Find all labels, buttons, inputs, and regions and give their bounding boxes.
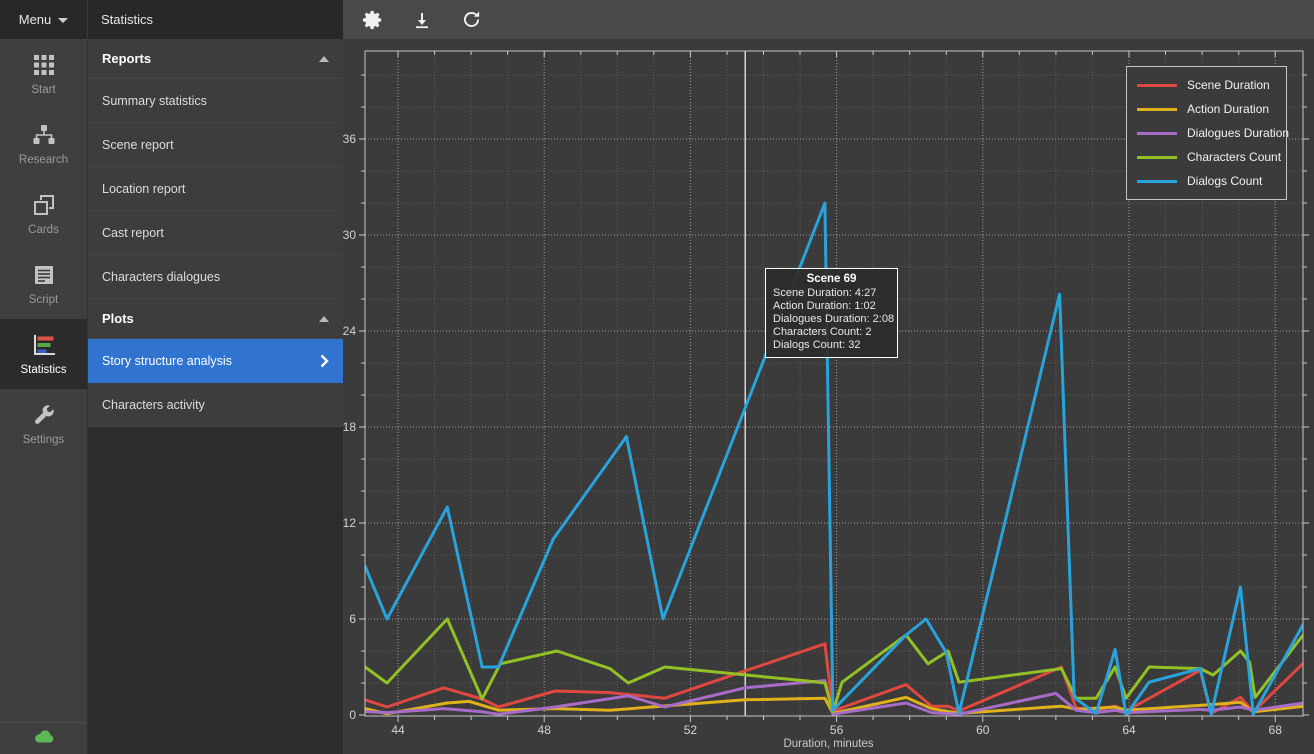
- grid-icon: [33, 53, 55, 77]
- svg-text:0: 0: [349, 708, 356, 722]
- export-button[interactable]: [404, 4, 440, 36]
- legend-item: Action Duration: [1137, 97, 1286, 121]
- page-title: Statistics: [88, 12, 153, 27]
- document-icon: [33, 263, 55, 287]
- nav-item-location-report[interactable]: Location report: [88, 167, 343, 211]
- svg-text:56: 56: [830, 723, 844, 737]
- chevron-right-icon: [320, 354, 329, 368]
- download-icon: [412, 10, 432, 30]
- menu-button-label: Menu: [19, 12, 52, 27]
- sidebar-item-label: Start: [31, 84, 55, 96]
- svg-text:30: 30: [343, 228, 356, 242]
- tooltip-title: Scene 69: [773, 272, 890, 287]
- legend-item: Scene Duration: [1137, 73, 1286, 97]
- legend-item: Dialogues Duration: [1137, 121, 1286, 145]
- svg-text:44: 44: [391, 723, 405, 737]
- sidebar-item-settings[interactable]: Settings: [0, 389, 87, 459]
- nav-item-label: Location report: [102, 182, 185, 196]
- cards-icon: [33, 193, 55, 217]
- svg-text:68: 68: [1269, 723, 1283, 737]
- svg-text:6: 6: [349, 612, 356, 626]
- scene-tooltip: Scene 69 Scene Duration: 4:27 Action Dur…: [765, 268, 898, 358]
- sidebar-item-script[interactable]: Script: [0, 249, 87, 319]
- nav-item-label: Story structure analysis: [102, 354, 232, 368]
- tooltip-line: Dialogs Count: 32: [773, 339, 890, 352]
- sidebar-item-label: Script: [29, 294, 58, 306]
- gear-icon: [362, 9, 384, 31]
- application-window: Menu Statistics Start: [0, 0, 1314, 754]
- svg-text:18: 18: [343, 420, 356, 434]
- legend-item: Characters Count: [1137, 145, 1286, 169]
- nav-item-summary-statistics[interactable]: Summary statistics: [88, 79, 343, 123]
- sidebar-item-label: Cards: [28, 224, 59, 236]
- main-sidebar: Start Research Cards Script Statistics: [0, 39, 88, 754]
- nav-item-scene-report[interactable]: Scene report: [88, 123, 343, 167]
- section-title: Plots: [102, 311, 134, 326]
- svg-text:24: 24: [343, 324, 356, 338]
- section-header-plots[interactable]: Plots: [88, 299, 343, 339]
- sidebar-item-research[interactable]: Research: [0, 109, 87, 179]
- wrench-icon: [33, 403, 55, 427]
- sitemap-icon: [32, 123, 56, 147]
- svg-text:52: 52: [684, 723, 698, 737]
- refresh-button[interactable]: [453, 4, 489, 36]
- chart-icon: [32, 333, 56, 357]
- story-structure-plot[interactable]: 44485256606468061218243036 Duration, min…: [343, 39, 1314, 754]
- nav-item-label: Characters activity: [102, 398, 205, 412]
- nav-item-label: Scene report: [102, 138, 174, 152]
- tooltip-line: Scene Duration: 4:27: [773, 287, 890, 300]
- refresh-icon: [461, 9, 482, 30]
- sidebar-item-statistics[interactable]: Statistics: [0, 319, 87, 389]
- svg-text:12: 12: [343, 516, 356, 530]
- sidebar-item-label: Statistics: [20, 364, 66, 376]
- tooltip-line: Characters Count: 2: [773, 326, 890, 339]
- series-swatch: [1137, 132, 1177, 135]
- legend-item: Dialogs Count: [1137, 169, 1286, 193]
- collapse-arrow-icon: [319, 56, 329, 62]
- section-title: Reports: [102, 51, 151, 66]
- settings-button[interactable]: [355, 4, 391, 36]
- series-swatch: [1137, 108, 1177, 111]
- menu-button[interactable]: Menu: [0, 0, 88, 39]
- cloud-icon: [33, 730, 55, 748]
- top-bar: Menu Statistics: [0, 0, 343, 39]
- sidebar-item-start[interactable]: Start: [0, 39, 87, 109]
- svg-text:36: 36: [343, 132, 356, 146]
- nav-item-cast-report[interactable]: Cast report: [88, 211, 343, 255]
- sidebar-item-label: Settings: [23, 434, 65, 446]
- nav-item-characters-activity[interactable]: Characters activity: [88, 383, 343, 427]
- statistics-nav-panel: Reports Summary statistics Scene report …: [88, 39, 343, 754]
- svg-text:60: 60: [976, 723, 990, 737]
- chevron-down-icon: [58, 18, 68, 23]
- chart-toolbar: [343, 0, 1314, 39]
- section-header-reports[interactable]: Reports: [88, 39, 343, 79]
- sidebar-item-label: Research: [19, 154, 68, 166]
- series-swatch: [1137, 84, 1177, 87]
- svg-text:48: 48: [538, 723, 552, 737]
- chart-legend: Scene Duration Action Duration Dialogues…: [1126, 66, 1287, 200]
- series-swatch: [1137, 156, 1177, 159]
- series-swatch: [1137, 180, 1177, 183]
- sync-status[interactable]: [0, 722, 87, 754]
- nav-item-label: Characters dialogues: [102, 270, 220, 284]
- nav-item-label: Cast report: [102, 226, 164, 240]
- nav-item-characters-dialogues[interactable]: Characters dialogues: [88, 255, 343, 299]
- nav-item-story-structure-analysis[interactable]: Story structure analysis: [88, 339, 343, 383]
- collapse-arrow-icon: [319, 316, 329, 322]
- sidebar-item-cards[interactable]: Cards: [0, 179, 87, 249]
- tooltip-line: Dialogues Duration: 2:08: [773, 313, 890, 326]
- svg-text:64: 64: [1122, 723, 1136, 737]
- tooltip-line: Action Duration: 1:02: [773, 300, 890, 313]
- nav-item-label: Summary statistics: [102, 94, 207, 108]
